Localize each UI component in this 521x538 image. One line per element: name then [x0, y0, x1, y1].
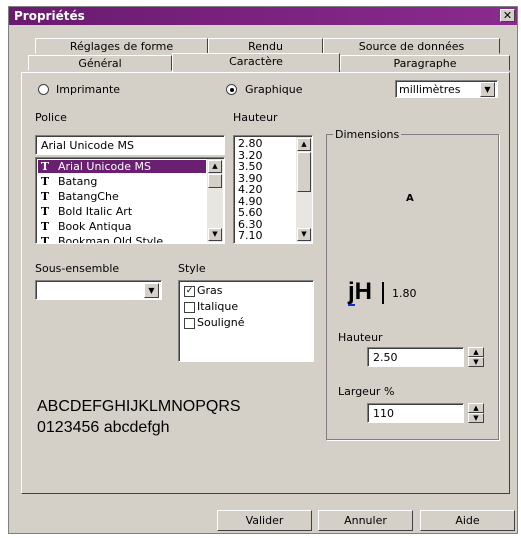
- font-list-scrollbar[interactable]: ▲ ▼: [207, 159, 223, 242]
- title-bar[interactable]: [9, 7, 517, 25]
- bold-label: Gras: [197, 284, 223, 297]
- width-spinner[interactable]: ▲ ▼: [468, 403, 484, 423]
- style-list[interactable]: ✓ Gras Italique Souligné: [178, 280, 314, 362]
- italic-checkbox[interactable]: [184, 302, 195, 313]
- printer-radio[interactable]: [38, 84, 49, 95]
- truetype-icon: T: [40, 175, 50, 188]
- dim-height-value: 2.50: [373, 351, 398, 364]
- bold-checkbox[interactable]: ✓: [184, 286, 195, 297]
- dim-width-label: Largeur %: [338, 385, 395, 398]
- dim-height-label: Hauteur: [338, 331, 383, 344]
- size-readout: 1.80: [392, 287, 417, 300]
- font-list-item[interactable]: T BatangChe: [38, 190, 206, 203]
- height-list-item[interactable]: 3.50: [238, 161, 263, 173]
- style-label: Style: [178, 262, 206, 275]
- sample-text: jH: [348, 278, 372, 305]
- close-button[interactable]: ✕: [500, 9, 515, 22]
- font-list-item[interactable]: T Bookman Old Style: [38, 235, 206, 244]
- height-list-item[interactable]: 7.10: [238, 230, 263, 242]
- preview-line-1: ABCDEFGHIJKLMNOPQRS: [37, 398, 241, 415]
- dim-width-value: 110: [373, 407, 394, 420]
- height-spinner[interactable]: ▲ ▼: [468, 347, 484, 367]
- dimensions-legend: Dimensions: [333, 128, 402, 141]
- underline-checkbox[interactable]: [184, 318, 195, 329]
- scroll-up-icon[interactable]: ▲: [208, 160, 222, 173]
- truetype-icon: T: [40, 190, 50, 203]
- italic-label: Italique: [197, 300, 239, 313]
- font-list-item[interactable]: T Bold Italic Art: [38, 205, 206, 218]
- height-list-item[interactable]: 5.60: [238, 207, 263, 219]
- spin-up-icon[interactable]: ▲: [468, 347, 484, 357]
- chevron-down-icon[interactable]: ▼: [144, 283, 159, 298]
- height-list-item[interactable]: 4.20: [238, 184, 263, 196]
- units-select[interactable]: millimètres ▼: [395, 80, 498, 98]
- dim-height-input[interactable]: 2.50: [367, 347, 464, 367]
- tab-general[interactable]: Général: [28, 55, 172, 71]
- truetype-icon: T: [40, 205, 50, 218]
- font-input[interactable]: Arial Unicode MS: [35, 135, 225, 155]
- scroll-thumb[interactable]: [208, 174, 222, 188]
- height-list[interactable]: 2.80 3.20 3.50 3.90 4.20 4.90 5.60 6.30 …: [233, 135, 313, 244]
- subset-label: Sous-ensemble: [35, 262, 120, 275]
- dim-width-input[interactable]: 110: [367, 403, 464, 423]
- ok-button[interactable]: Valider: [217, 510, 312, 531]
- truetype-icon: T: [40, 220, 50, 233]
- font-list[interactable]: T Arial Unicode MS T Batang T BatangChe T Bo…: [35, 157, 225, 244]
- tab-character[interactable]: Caractère: [172, 53, 340, 72]
- tab-rendering[interactable]: Rendu: [208, 38, 323, 54]
- cancel-button[interactable]: Annuler: [318, 510, 413, 531]
- font-list-item[interactable]: T Batang: [38, 175, 206, 188]
- subset-select[interactable]: ▼: [35, 280, 162, 300]
- font-list-item[interactable]: T Book Antiqua: [38, 220, 206, 233]
- preview-line-2: 0123456 abcdefgh: [37, 419, 170, 436]
- font-input-value: Arial Unicode MS: [41, 139, 134, 152]
- truetype-icon: T: [40, 235, 50, 244]
- font-label: Police: [35, 111, 67, 124]
- scroll-thumb[interactable]: [297, 152, 311, 192]
- tab-paragraph[interactable]: Paragraphe: [340, 55, 510, 71]
- window-title: Propriétés: [14, 9, 85, 23]
- tab-data-source[interactable]: Source de données: [323, 38, 500, 54]
- underline-label: Souligné: [197, 316, 245, 329]
- height-arrow-icon: [382, 282, 384, 304]
- height-list-scrollbar[interactable]: ▲ ▼: [296, 137, 312, 242]
- tab-shape-settings[interactable]: Réglages de forme: [35, 38, 208, 54]
- chevron-down-icon[interactable]: ▼: [480, 82, 495, 97]
- height-list-item[interactable]: 2.80: [238, 138, 263, 150]
- truetype-icon: T: [40, 160, 50, 173]
- baseline-marker: [348, 304, 355, 306]
- scroll-up-icon[interactable]: ▲: [297, 138, 311, 151]
- scroll-down-icon[interactable]: ▼: [297, 228, 311, 241]
- help-button[interactable]: Aide: [420, 510, 515, 531]
- printer-label: Imprimante: [56, 83, 121, 96]
- spin-up-icon[interactable]: ▲: [468, 403, 484, 413]
- spin-down-icon[interactable]: ▼: [468, 357, 484, 367]
- font-list-item[interactable]: T Arial Unicode MS: [38, 160, 206, 173]
- graphic-radio[interactable]: [226, 84, 237, 95]
- scroll-down-icon[interactable]: ▼: [208, 228, 222, 241]
- height-label: Hauteur: [233, 111, 278, 124]
- graphic-label: Graphique: [245, 83, 303, 96]
- spin-down-icon[interactable]: ▼: [468, 413, 484, 423]
- units-value: millimètres: [399, 83, 461, 96]
- sample-char: A: [406, 193, 414, 204]
